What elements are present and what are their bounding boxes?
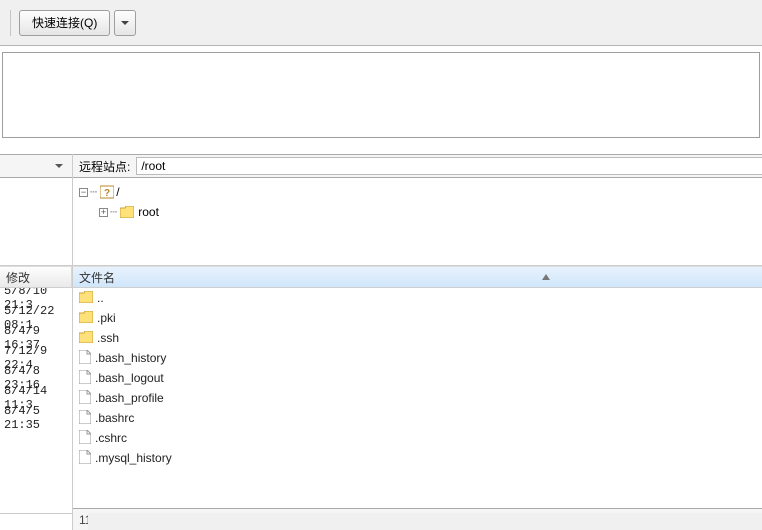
remote-path-input[interactable] [136, 157, 762, 175]
remote-file-row[interactable]: .bashrc176BASHRC ...2004/9/23 11... [73, 408, 762, 428]
cell-name: .pki [73, 311, 762, 326]
tree-node-root[interactable]: − ┄ ? / [79, 182, 762, 202]
remote-file-row[interactable]: .ssh文件夹2018/4/4 22:... [73, 328, 762, 348]
cell-name: .ssh [73, 331, 762, 346]
tree-folder-label: root [138, 205, 159, 219]
sort-ascending-icon [542, 269, 550, 283]
remote-file-row[interactable]: .bash_profile176BASH_PR...2009/5/20 18..… [73, 388, 762, 408]
remote-file-row[interactable]: .bash_history12,160BASH_HIS...2018/4/23 … [73, 348, 762, 368]
folder-icon [79, 311, 93, 326]
remote-file-row[interactable]: .mysql_history6,216MYSQL_H...2018/4/7 23… [73, 448, 762, 468]
local-col-modified-label: 修改 [6, 269, 30, 286]
file-name-text: .. [97, 291, 104, 305]
tree-connector: ┄ [90, 185, 98, 199]
cell-name: .bash_profile [73, 390, 762, 407]
remote-file-row[interactable]: .bash_logout18BASH_LO...2009/5/20 18... [73, 368, 762, 388]
tree-collapse-icon[interactable]: − [79, 188, 88, 197]
bottom-horizontal-scrollbar[interactable] [88, 513, 762, 530]
cell-name: .bash_history [73, 350, 762, 367]
quick-connect-dropdown-button[interactable] [114, 10, 136, 36]
chevron-down-icon [120, 18, 130, 28]
file-icon [79, 410, 91, 427]
file-name-text: .bash_history [95, 351, 166, 365]
local-path-dropdown[interactable] [0, 154, 72, 178]
tree-node-folder[interactable]: + ┄ root [79, 202, 762, 222]
svg-text:?: ? [104, 188, 110, 199]
folder-icon [79, 331, 93, 346]
file-name-text: .pki [97, 311, 116, 325]
toolbar-divider [10, 10, 11, 36]
remote-site-label: 远程站点: [79, 158, 130, 175]
remote-col-name-label: 文件名 [79, 269, 115, 286]
local-col-modified[interactable]: 修改 [0, 267, 72, 287]
file-name-text: .ssh [97, 331, 119, 345]
local-pane-fragment: 修改 5/8/10 21:35/12/22 08:18/4/9 16:377/1… [0, 154, 72, 530]
file-icon [79, 390, 91, 407]
local-file-list-fragment: 5/8/10 21:35/12/22 08:18/4/9 16:377/12/9… [0, 288, 72, 513]
cell-name: .cshrc [73, 430, 762, 447]
file-name-text: .bash_logout [95, 371, 164, 385]
unknown-folder-icon: ? [100, 185, 114, 199]
remote-pane: 远程站点: − ┄ ? / + ┄ [72, 154, 762, 530]
folder-icon [79, 291, 93, 306]
file-name-text: .bash_profile [95, 391, 164, 405]
local-file-header: 修改 [0, 266, 72, 288]
remote-file-row[interactable]: .cshrc100CSHRC 文件2004/9/23 11... [73, 428, 762, 448]
cell-name: .bashrc [73, 410, 762, 427]
file-icon [79, 430, 91, 447]
file-name-text: .cshrc [95, 431, 127, 445]
remote-file-row[interactable]: .pki文件夹2018/4/5 3:1... [73, 308, 762, 328]
local-file-row[interactable]: 8/4/5 21:35 [0, 408, 72, 428]
quick-connect-button[interactable]: 快速连接(Q) [19, 10, 110, 36]
tree-expand-icon[interactable]: + [99, 208, 108, 217]
chevron-down-icon [54, 161, 64, 171]
cell-name: .mysql_history [73, 450, 762, 467]
remote-file-list[interactable]: .. .pki文件夹2018/4/5 3:1....ssh文件夹2018/4/4 … [73, 288, 762, 508]
local-horizontal-scrollbar[interactable] [0, 513, 72, 530]
file-name-text: .mysql_history [95, 451, 172, 465]
folder-icon [120, 206, 134, 218]
tree-root-label: / [116, 185, 119, 199]
remote-col-name[interactable]: 文件名 [73, 267, 762, 287]
remote-directory-tree[interactable]: − ┄ ? / + ┄ root [73, 178, 762, 266]
remote-file-row[interactable]: .. [73, 288, 762, 308]
tree-connector: ┄ [110, 205, 118, 219]
message-log[interactable] [2, 52, 760, 138]
cell-name: .bash_logout [73, 370, 762, 387]
file-icon [79, 350, 91, 367]
remote-file-header: 文件名 文件大小 文件类型 最近修改 [73, 266, 762, 288]
local-tree-fragment [0, 178, 72, 266]
remote-path-bar: 远程站点: [73, 154, 762, 178]
toolbar: 快速连接(Q) [0, 0, 762, 46]
file-name-text: .bashrc [95, 411, 134, 425]
file-icon [79, 450, 91, 467]
file-icon [79, 370, 91, 387]
cell-name: .. [73, 291, 762, 306]
